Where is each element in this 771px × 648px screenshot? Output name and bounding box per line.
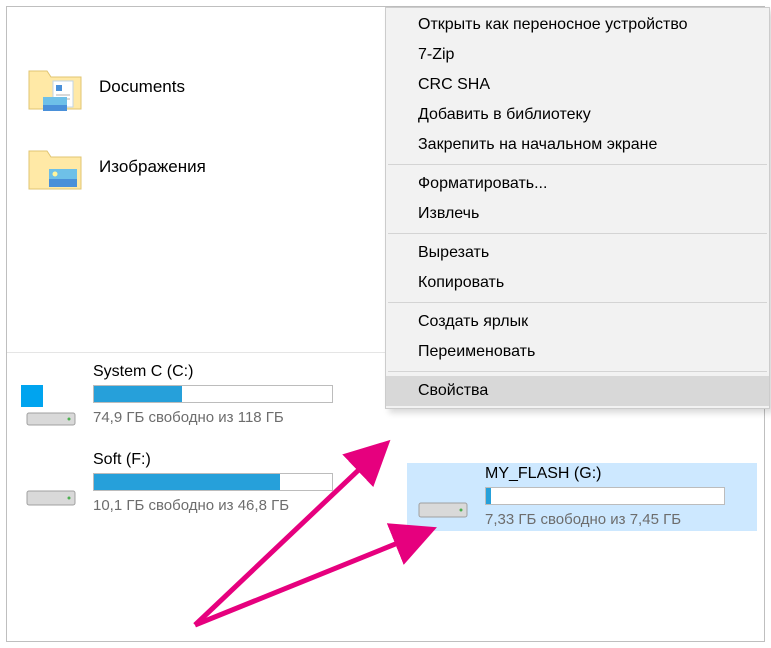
folder-documents-label: Documents (99, 77, 185, 97)
drive-g-info: MY_FLASH (G:) 7,33 ГБ свободно из 7,45 Г… (485, 465, 725, 528)
folder-images[interactable]: Изображения (7, 127, 387, 207)
menu-separator (388, 371, 767, 372)
menu-cut[interactable]: Вырезать (386, 238, 769, 268)
menu-rename[interactable]: Переименовать (386, 337, 769, 367)
menu-format[interactable]: Форматировать... (386, 169, 769, 199)
menu-separator (388, 302, 767, 303)
folder-images-label: Изображения (99, 157, 206, 177)
drive-myflash-g[interactable]: MY_FLASH (G:) 7,33 ГБ свободно из 7,45 Г… (407, 463, 757, 531)
drive-g-free: 7,33 ГБ свободно из 7,45 ГБ (485, 511, 725, 528)
drive-c-free: 74,9 ГБ свободно из 118 ГБ (93, 409, 333, 426)
menu-7zip[interactable]: 7-Zip (386, 40, 769, 70)
menu-separator (388, 233, 767, 234)
drive-g-icon (413, 485, 471, 529)
menu-properties[interactable]: Свойства (386, 376, 769, 406)
folder-documents-icon (27, 59, 83, 115)
drive-f-info: Soft (F:) 10,1 ГБ свободно из 46,8 ГБ (93, 451, 333, 514)
menu-eject[interactable]: Извлечь (386, 199, 769, 229)
drive-g-name: MY_FLASH (G:) (485, 465, 725, 483)
drive-system-c[interactable]: System C (C:) 74,9 ГБ свободно из 118 ГБ (21, 363, 333, 427)
drive-g-bar (485, 487, 725, 505)
menu-create-shortcut[interactable]: Создать ярлык (386, 307, 769, 337)
drive-f-free: 10,1 ГБ свободно из 46,8 ГБ (93, 497, 333, 514)
folders-pane: Documents Изображения (7, 47, 387, 207)
menu-open-portable[interactable]: Открыть как переносное устройство (386, 10, 769, 40)
drive-c-bar (93, 385, 333, 403)
drive-c-info: System C (C:) 74,9 ГБ свободно из 118 ГБ (93, 363, 333, 426)
drive-c-icon (21, 383, 79, 427)
drive-f-bar (93, 473, 333, 491)
menu-pin-start[interactable]: Закрепить на начальном экране (386, 130, 769, 160)
context-menu: Открыть как переносное устройство 7-Zip … (385, 7, 770, 409)
menu-copy[interactable]: Копировать (386, 268, 769, 298)
folder-images-icon (27, 139, 83, 195)
drive-c-name: System C (C:) (93, 363, 333, 381)
drive-f-icon (21, 471, 79, 515)
drive-f-name: Soft (F:) (93, 451, 333, 469)
menu-add-library[interactable]: Добавить в библиотеку (386, 100, 769, 130)
menu-crc-sha[interactable]: CRC SHA (386, 70, 769, 100)
drive-soft-f[interactable]: Soft (F:) 10,1 ГБ свободно из 46,8 ГБ (21, 451, 333, 515)
menu-separator (388, 164, 767, 165)
folder-documents[interactable]: Documents (7, 47, 387, 127)
explorer-window: Documents Изображения (6, 6, 765, 642)
